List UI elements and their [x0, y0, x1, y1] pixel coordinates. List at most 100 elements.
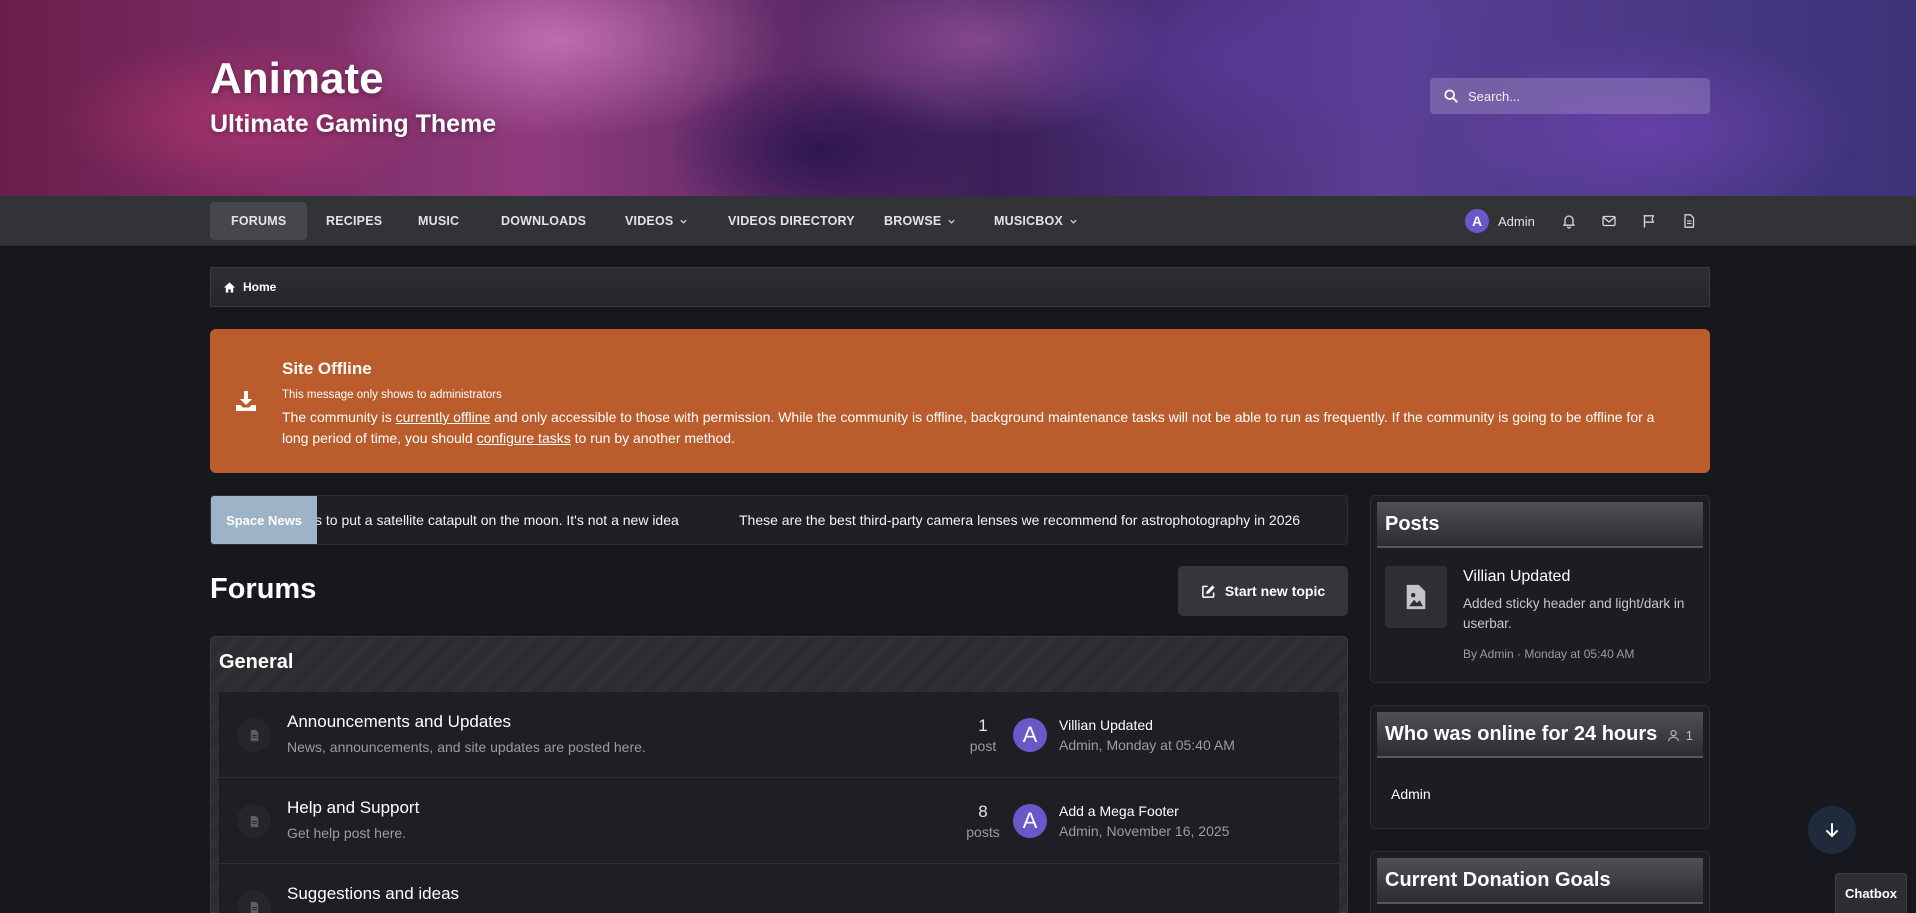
online-count-number: 1	[1685, 727, 1693, 743]
site-subtitle: Ultimate Gaming Theme	[210, 110, 497, 138]
site-offline-notice: Site Offline This message only shows to …	[210, 329, 1710, 473]
post-count-number: 1	[978, 716, 988, 735]
avatar[interactable]: A	[1013, 804, 1047, 838]
forum-description: Get help post here.	[287, 825, 407, 841]
post-count: 1 post	[957, 716, 1009, 754]
post-title[interactable]: Villian Updated	[1463, 568, 1570, 586]
image-file-icon	[1406, 584, 1426, 610]
ticker-item[interactable]: s to put a satellite catapult on the moo…	[315, 512, 679, 528]
online-count: 1	[1667, 712, 1693, 758]
forum-icon	[237, 890, 271, 913]
arrow-down-icon	[1826, 823, 1838, 837]
user-menu[interactable]: A Admin	[1465, 209, 1535, 233]
breadcrumb-home[interactable]: Home	[243, 280, 276, 294]
post-count-unit: post	[969, 738, 997, 754]
widget-title: Who was online for 24 hours	[1385, 722, 1658, 745]
currently-offline-link[interactable]: currently offline	[396, 409, 491, 425]
nav-item-label: VIDEOS	[625, 214, 674, 228]
last-post-meta: Admin, Monday at 05:40 AM	[1059, 737, 1235, 753]
avatar: A	[1465, 209, 1489, 233]
forum-row[interactable]: Help and Support Get help post here. 8 po…	[219, 778, 1339, 864]
post-thumbnail[interactable]	[1385, 566, 1447, 628]
configure-tasks-link[interactable]: configure tasks	[477, 430, 571, 446]
chevron-down-icon	[948, 219, 956, 224]
forum-title[interactable]: Announcements and Updates	[287, 712, 511, 732]
chatbox-tab[interactable]: Chatbox	[1835, 873, 1907, 913]
nav-item-forums[interactable]: FORUMS	[210, 202, 308, 240]
online-user[interactable]: Admin	[1391, 786, 1431, 802]
forum-row[interactable]: Announcements and Updates News, announce…	[219, 692, 1339, 778]
search-input[interactable]	[1468, 88, 1698, 104]
ticker-item[interactable]: These are the best third-party camera le…	[739, 512, 1300, 528]
forum-category: General Announcements and Updates News, …	[210, 636, 1348, 913]
scroll-to-bottom-button[interactable]	[1808, 806, 1856, 854]
notice-text: The community is	[282, 409, 396, 425]
site-title[interactable]: Animate	[210, 54, 384, 104]
widget-title: Posts	[1377, 502, 1703, 548]
nav-item-musicbox[interactable]: MUSICBOX	[973, 202, 1099, 240]
nav-item-downloads[interactable]: DOWNLOADS	[480, 202, 607, 240]
forum-icon	[237, 804, 271, 838]
download-icon	[236, 391, 256, 411]
nav-item-videos[interactable]: VIDEOS	[604, 202, 709, 240]
post-excerpt: Added sticky header and light/dark in us…	[1463, 596, 1685, 631]
nav-item-label: MUSICBOX	[994, 214, 1063, 228]
document-icon	[250, 729, 258, 741]
nav-item-videos-directory[interactable]: VIDEOS DIRECTORY	[707, 202, 876, 240]
forum-description: News, announcements, and site updates ar…	[287, 739, 646, 755]
nav-item-label: FORUMS	[231, 214, 287, 228]
edit-icon	[1201, 584, 1215, 598]
search-icon	[1444, 89, 1458, 103]
forum-list: Announcements and Updates News, announce…	[219, 692, 1339, 913]
breadcrumb: Home	[210, 267, 1710, 307]
document-icon	[250, 815, 258, 827]
posts-widget: Posts Villian Updated Added sticky heade…	[1370, 495, 1710, 683]
donation-widget: Current Donation Goals	[1370, 851, 1710, 913]
home-icon	[223, 281, 236, 293]
last-post-meta: Admin, November 16, 2025	[1059, 823, 1230, 839]
post-meta: By Admin · Monday at 05:40 AM	[1463, 647, 1635, 661]
main-nav: FORUMS RECIPES MUSIC DOWNLOADS VIDEOS VI…	[0, 196, 1916, 246]
header-banner: Animate Ultimate Gaming Theme	[0, 0, 1916, 196]
ticker-label: Space News	[211, 496, 317, 544]
document-icon[interactable]	[1681, 213, 1697, 229]
nav-item-recipes[interactable]: RECIPES	[305, 202, 403, 240]
nav-item-browse[interactable]: BROWSE	[863, 202, 977, 240]
chevron-down-icon	[1070, 219, 1077, 224]
avatar[interactable]: A	[1013, 718, 1047, 752]
last-post-title[interactable]: Villian Updated	[1059, 717, 1153, 733]
news-ticker: s to put a satellite catapult on the moo…	[210, 495, 1348, 545]
nav-item-label: RECIPES	[326, 214, 383, 228]
forum-icon	[237, 718, 271, 752]
forum-row[interactable]: Suggestions and ideas	[219, 864, 1339, 913]
post-card[interactable]: Villian Updated Added sticky header and …	[1385, 566, 1697, 666]
notice-body: The community is currently offline and o…	[282, 407, 1682, 449]
widget-header: Who was online for 24 hours 1	[1377, 712, 1703, 758]
document-icon	[250, 901, 258, 913]
start-new-topic-button[interactable]: Start new topic	[1178, 566, 1348, 616]
nav-item-label: VIDEOS DIRECTORY	[728, 214, 855, 228]
start-new-topic-label: Start new topic	[1224, 583, 1326, 599]
notice-title: Site Offline	[282, 359, 372, 378]
forum-title[interactable]: Suggestions and ideas	[287, 884, 459, 904]
search-box[interactable]	[1430, 78, 1710, 114]
notice-text: to run by another method.	[570, 430, 735, 446]
category-title[interactable]: General	[219, 651, 293, 674]
forum-title[interactable]: Help and Support	[287, 798, 419, 818]
chevron-down-icon	[680, 219, 688, 224]
nav-item-label: BROWSE	[884, 214, 942, 228]
last-post-title[interactable]: Add a Mega Footer	[1059, 803, 1179, 819]
nav-item-music[interactable]: MUSIC	[397, 202, 480, 240]
user-name: Admin	[1498, 213, 1535, 229]
online-widget: Who was online for 24 hours 1 Admin	[1370, 705, 1710, 829]
post-count-unit: posts	[966, 824, 1000, 840]
user-icon	[1667, 729, 1679, 741]
nav-item-label: MUSIC	[418, 214, 460, 228]
post-count: 8 posts	[957, 802, 1009, 840]
bell-icon[interactable]	[1561, 213, 1577, 229]
nav-item-label: DOWNLOADS	[501, 214, 587, 228]
mail-icon[interactable]	[1601, 213, 1617, 229]
widget-title: Current Donation Goals	[1377, 858, 1703, 904]
post-count-number: 8	[978, 802, 988, 821]
flag-icon[interactable]	[1641, 213, 1657, 229]
